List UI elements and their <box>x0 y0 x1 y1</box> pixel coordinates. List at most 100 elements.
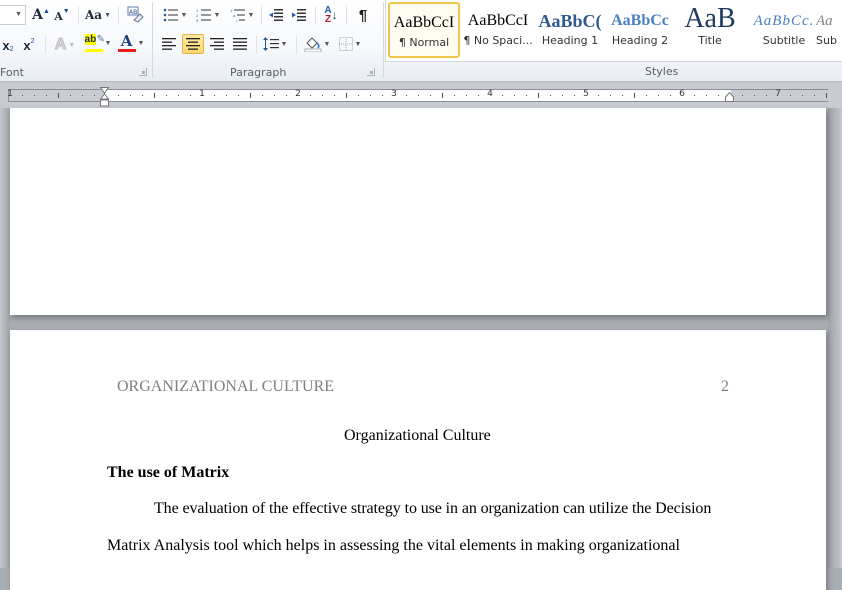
scrollbar-track[interactable] <box>828 108 842 568</box>
section-heading: The use of Matrix <box>107 464 230 481</box>
ruler-tick <box>562 95 563 96</box>
ruler-tick <box>238 95 239 96</box>
chevron-down-icon: ▼ <box>280 40 288 48</box>
align-right-icon <box>210 38 224 50</box>
ruler-tick <box>322 95 323 96</box>
sort-button[interactable]: A Z ↓ <box>321 5 341 25</box>
ruler-tick <box>46 95 47 96</box>
arrow-down-icon: ▼ <box>62 7 70 15</box>
align-center-button[interactable] <box>182 34 204 54</box>
ruler-tick <box>286 95 287 96</box>
ruler-tick <box>694 95 695 96</box>
pen-icon: ✎ <box>96 34 105 45</box>
font-color-swatch <box>117 49 136 52</box>
text-effects-button[interactable]: A ▼ <box>52 35 78 55</box>
svg-text:3: 3 <box>196 18 199 22</box>
decrease-indent-button[interactable] <box>266 5 286 25</box>
ruler-tick <box>610 95 611 96</box>
ruler-tick <box>118 95 119 96</box>
style-heading-1[interactable]: AaBbC( Heading 1 <box>534 2 606 58</box>
paragraph-line: Matrix Analysis tool which helps in asse… <box>107 537 680 554</box>
horizontal-ruler[interactable]: 1 1 2 3 4 5 6 7 <box>7 89 828 102</box>
shrink-font-button[interactable]: A ▼ <box>53 5 71 25</box>
style-normal[interactable]: AaBbCcI ¶ Normal <box>388 2 460 58</box>
ruler-tick <box>178 95 179 96</box>
multilevel-list-icon: 1 a i <box>230 8 245 22</box>
borders-button[interactable]: ▼ <box>335 34 365 54</box>
style-subtle-emphasis[interactable]: Aa Sub <box>816 2 842 58</box>
page-1[interactable] <box>10 108 826 315</box>
font-size-dropdown[interactable]: ▼ <box>0 5 26 25</box>
ruler-tick <box>358 95 359 96</box>
document-title: Organizational Culture <box>344 427 491 444</box>
style-heading-2[interactable]: AaBbCc Heading 2 <box>604 2 676 58</box>
ruler-tick <box>94 95 95 96</box>
justify-button[interactable] <box>229 34 251 54</box>
clear-formatting-icon: AB <box>127 6 144 23</box>
arrow-down-icon: ↓ <box>331 8 338 22</box>
ruler-tick <box>706 95 707 96</box>
ruler-tick <box>634 93 635 98</box>
borders-icon <box>338 37 353 51</box>
align-left-button[interactable] <box>158 34 180 54</box>
ruler-tick <box>154 93 155 98</box>
page-number: 2 <box>721 378 729 395</box>
ruler-tick <box>82 95 83 96</box>
ruler-tick <box>550 95 551 96</box>
svg-text:AB: AB <box>129 9 137 16</box>
paragraph-line: The evaluation of the effective strategy… <box>154 500 712 517</box>
ruler-tick <box>226 95 227 96</box>
first-line-indent-marker[interactable] <box>100 87 109 107</box>
ruler-tick <box>130 95 131 96</box>
style-no-spacing[interactable]: AaBbCcI ¶ No Spaci... <box>462 2 534 58</box>
bullets-icon <box>163 8 178 22</box>
ruler-tick <box>22 95 23 96</box>
chevron-down-icon: ▼ <box>68 41 76 49</box>
line-spacing-button[interactable]: ▼ <box>261 34 289 54</box>
ruler-tick <box>754 95 755 96</box>
change-case-button[interactable]: Aa ▼ <box>84 5 112 25</box>
paragraph-dialog-launcher[interactable] <box>367 68 375 76</box>
bullets-button[interactable]: ▼ <box>160 5 190 25</box>
text-highlight-button[interactable]: ab ✎ ▼ <box>82 33 114 53</box>
increase-indent-button[interactable] <box>289 5 309 25</box>
ruler-tick <box>334 95 335 96</box>
ruler-tick <box>574 95 575 96</box>
right-indent-marker[interactable] <box>725 92 734 102</box>
shading-button[interactable]: ▼ <box>302 34 332 54</box>
ruler-tick <box>514 95 515 96</box>
numbering-button[interactable]: 1 2 3 ▼ <box>193 5 223 25</box>
chevron-down-icon: ▼ <box>323 40 331 48</box>
font-group: ▼ A ▲ A ▼ Aa ▼ AB x2 x2 A ▼ ab ✎ ▼ A ▼ F… <box>0 0 152 82</box>
style-title[interactable]: AaB Title <box>674 2 746 58</box>
ruler-tick <box>766 95 767 96</box>
font-dialog-launcher[interactable] <box>139 68 147 76</box>
superscript-button[interactable]: x2 <box>20 35 38 55</box>
pilcrow-icon: ¶ <box>358 6 368 24</box>
ruler-tick <box>406 95 407 96</box>
ruler-tick <box>418 95 419 96</box>
ruler-tick <box>442 93 443 98</box>
clear-formatting-button[interactable]: AB <box>124 4 146 24</box>
ruler-left-margin <box>9 90 105 101</box>
grow-font-button[interactable]: A ▲ <box>31 5 51 25</box>
ruler-tick <box>646 95 647 96</box>
align-center-icon <box>186 38 200 50</box>
style-subtitle[interactable]: AaBbCc. Subtitle <box>748 2 820 58</box>
ruler-tick <box>742 95 743 96</box>
paint-bucket-icon <box>304 37 321 52</box>
paragraph-group-label: Paragraph <box>230 66 287 79</box>
subscript-button[interactable]: x2 <box>0 35 16 55</box>
ruler-tick <box>250 93 251 98</box>
ruler-tick <box>34 95 35 96</box>
show-formatting-marks-button[interactable]: ¶ <box>353 5 373 25</box>
font-color-button[interactable]: A ▼ <box>116 33 146 53</box>
align-right-button[interactable] <box>206 34 228 54</box>
svg-text:i: i <box>236 18 237 22</box>
multilevel-list-button[interactable]: 1 a i ▼ <box>227 5 257 25</box>
page-2[interactable]: ORGANIZATIONAL CULTURE 2 Organizational … <box>10 330 826 590</box>
ruler-tick <box>70 95 71 96</box>
ruler-tick <box>310 95 311 96</box>
ruler-tick <box>274 95 275 96</box>
ruler-tick <box>802 95 803 96</box>
